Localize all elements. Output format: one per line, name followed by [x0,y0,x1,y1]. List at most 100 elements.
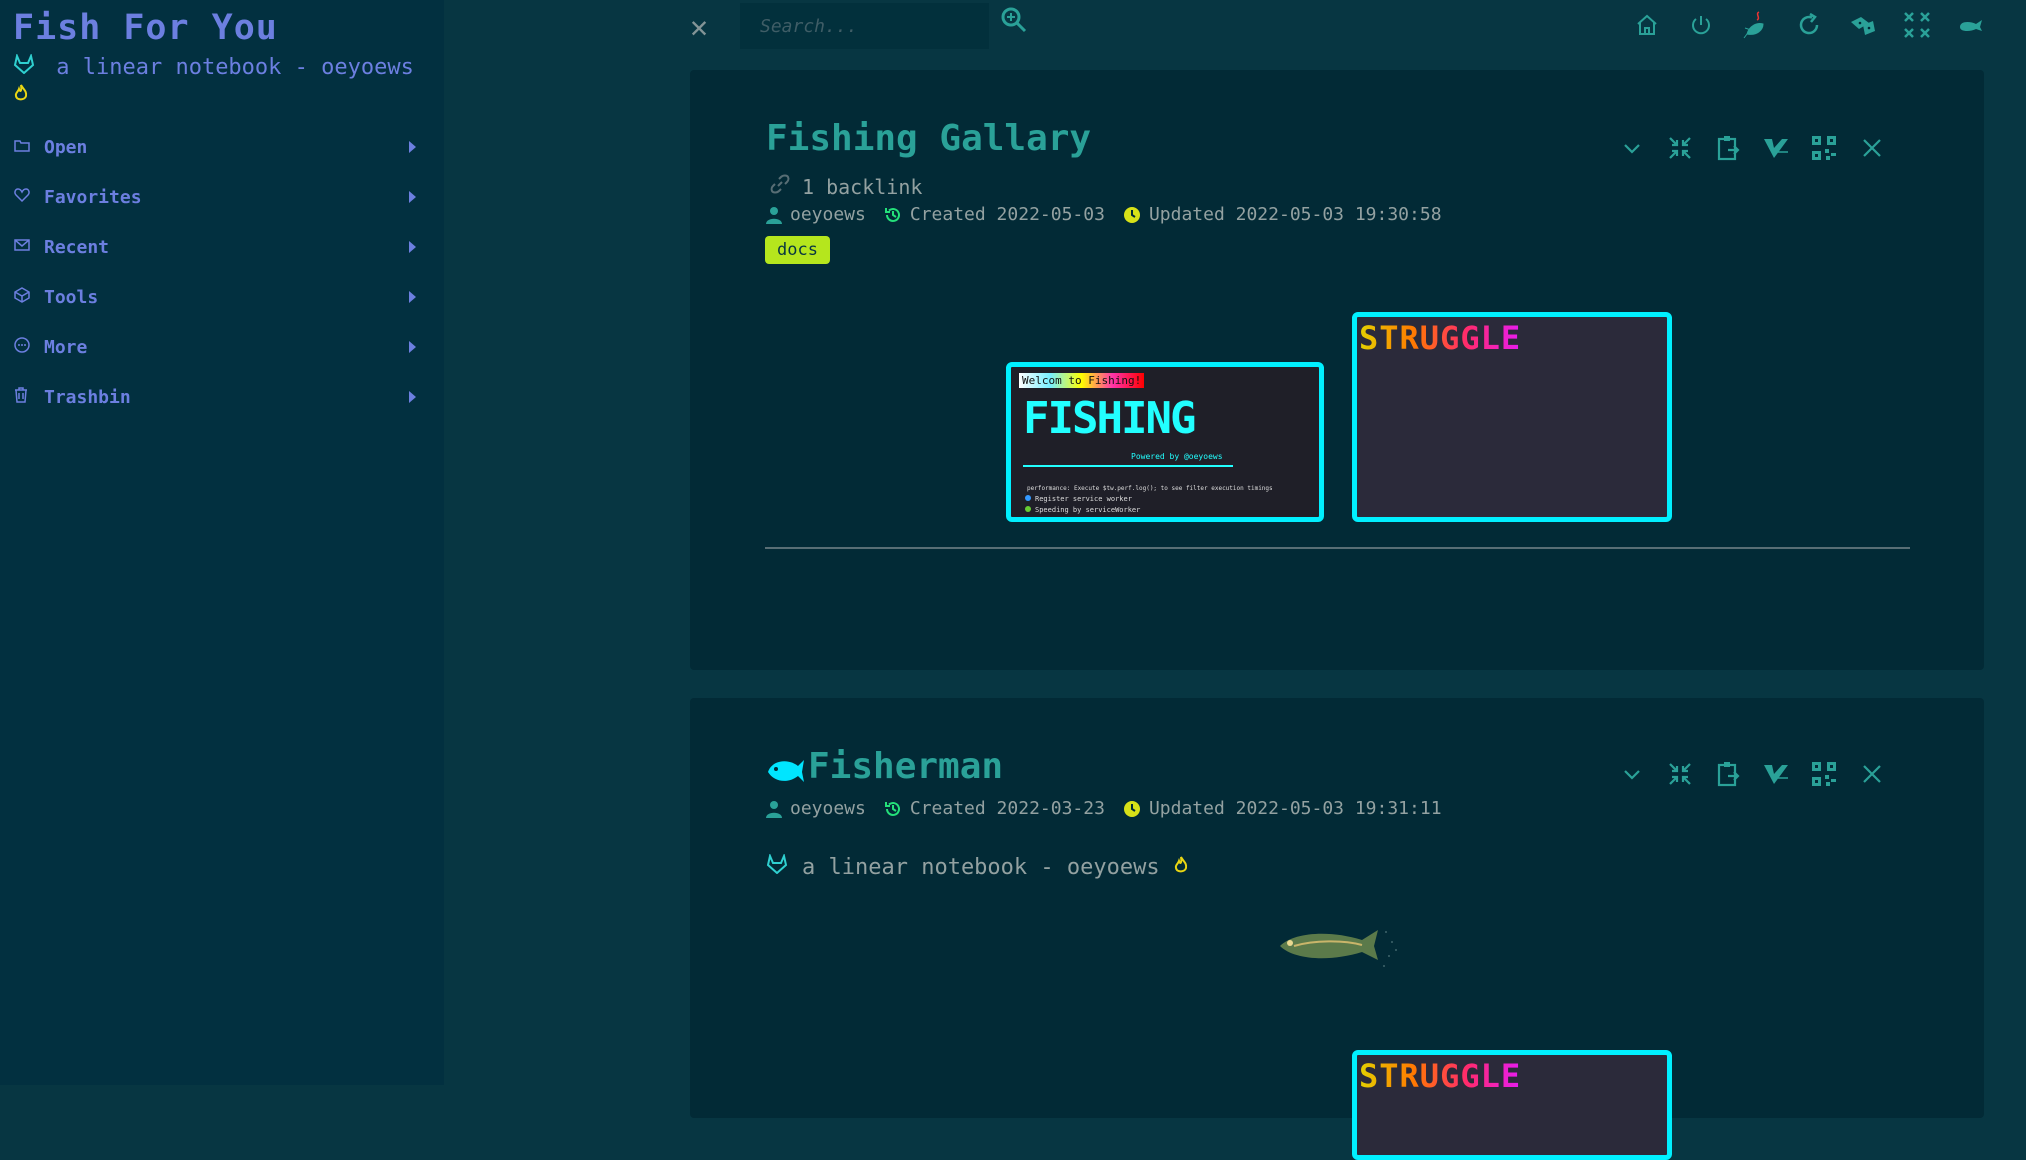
clipboard-icon[interactable] [1704,128,1752,168]
tiddler-title[interactable]: Fishing Gallary [766,118,1091,159]
mail-icon [14,238,44,256]
gitlab-icon [13,52,48,80]
sidebar-item-favorites[interactable]: Favorites [0,172,444,222]
created-date: Created 2022-03-23 [884,798,1105,819]
tiddler-fishing-gallary: Fishing Gallary 1 backlink oeyoews Creat… [690,70,1984,670]
home-icon[interactable] [1620,8,1674,42]
struggle-logo: STRUGGLE [1359,1057,1522,1095]
sidebar-item-label: Favorites [44,186,142,208]
clock-icon [1123,800,1140,817]
vim-icon[interactable] [1752,128,1800,168]
fire-icon [1174,855,1188,880]
site-subtitle: a linear notebook - oeyoews [13,52,414,80]
tiddler-toolbar [1608,754,1896,794]
history-icon [884,801,900,816]
tag-docs[interactable]: docs [765,236,830,264]
sidebar-item-label: More [44,336,88,358]
perf-text: performance: Execute $tw.perf.log(); to … [1027,485,1273,492]
chevron-down-icon[interactable] [1608,128,1656,168]
sidebar-item-label: Trashbin [44,386,131,408]
search-input[interactable] [740,3,989,49]
site-subtitle-text: a linear notebook - oeyoews [56,55,414,80]
qrcode-icon[interactable] [1800,754,1848,794]
whale-icon[interactable] [1944,8,1998,42]
caret-right-icon [409,391,416,403]
updated-text: Updated 2022-05-03 19:30:58 [1148,204,1442,225]
tiddler-body: a linear notebook - oeyoews [766,852,1188,880]
close-icon[interactable] [1848,128,1896,168]
welcome-banner: Welcom to Fishing! [1019,373,1145,388]
sidebar-menu: Open Favorites Recent Tools More Trashbi… [0,122,444,422]
refresh-icon[interactable] [1782,8,1836,42]
top-toolbar [1620,8,1998,42]
author[interactable]: oeyoews [766,204,866,225]
sidebar-item-recent[interactable]: Recent [0,222,444,272]
dice-icon[interactable] [1836,8,1890,42]
caret-right-icon [409,141,416,153]
divider [765,547,1910,549]
blue-dot-icon [1025,495,1031,501]
qrcode-icon[interactable] [1800,128,1848,168]
fish-image [1274,912,1404,986]
caret-right-icon [409,241,416,253]
grid-x-icon[interactable] [1890,8,1944,42]
gallery-image-fishing[interactable]: Welcom to Fishing! FISHING Powered by @o… [1006,362,1324,522]
folder-icon [14,138,44,156]
close-sidebar-icon[interactable]: ✕ [690,10,708,45]
caret-right-icon [409,291,416,303]
power-icon[interactable] [1674,8,1728,42]
created-date: Created 2022-05-03 [884,204,1105,225]
sw-register: Register service worker [1025,495,1132,503]
fish-hook-icon[interactable] [1728,8,1782,42]
sw-speeding: Speeding by serviceWorker [1025,506,1140,514]
created-text: Created 2022-03-23 [909,798,1105,819]
tiddler-title[interactable]: Fisherman [808,746,1003,787]
vim-icon[interactable] [1752,754,1800,794]
struggle-logo: STRUGGLE [1359,319,1522,357]
caret-right-icon [409,191,416,203]
fire-icon [14,84,28,107]
updated-date: Updated 2022-05-03 19:30:58 [1123,204,1442,225]
caret-right-icon [409,341,416,353]
created-text: Created 2022-05-03 [909,204,1105,225]
sidebar-item-more[interactable]: More [0,322,444,372]
sidebar-item-open[interactable]: Open [0,122,444,172]
tiddler-meta: oeyoews Created 2022-03-23 Updated 2022-… [766,798,1460,819]
link-icon [770,174,790,199]
sidebar-item-label: Recent [44,236,110,258]
green-dot-icon [1025,506,1031,512]
separator [1023,465,1233,467]
clipboard-icon[interactable] [1704,754,1752,794]
tiddler-meta: oeyoews Created 2022-05-03 Updated 2022-… [766,204,1460,225]
clock-icon [1123,206,1140,223]
sidebar-item-tools[interactable]: Tools [0,272,444,322]
history-icon [884,207,900,222]
fishing-logo: FISHING [1023,393,1196,444]
collapse-icon[interactable] [1656,754,1704,794]
author-name: oeyoews [790,204,866,225]
author[interactable]: oeyoews [766,798,866,819]
user-icon [766,800,782,818]
backlink-count: 1 backlink [802,174,923,199]
site-title[interactable]: Fish For You [13,8,278,48]
gallery-image-struggle[interactable]: STRUGGLE [1352,1050,1672,1160]
sidebar-item-label: Tools [44,286,99,308]
fish-icon [764,754,806,790]
updated-text: Updated 2022-05-03 19:31:11 [1148,798,1442,819]
sidebar-item-trashbin[interactable]: Trashbin [0,372,444,422]
ellipsis-icon [14,337,44,357]
gitlab-icon [766,852,788,880]
powered-by-text: Powered by @oeyoews [1131,452,1223,461]
tiddler-toolbar [1608,128,1896,168]
search-icon[interactable] [1000,6,1028,38]
updated-date: Updated 2022-05-03 19:31:11 [1123,798,1442,819]
close-icon[interactable] [1848,754,1896,794]
collapse-icon[interactable] [1656,128,1704,168]
cube-icon [14,287,44,307]
heart-icon [14,188,44,206]
gallery-image-struggle[interactable]: STRUGGLE [1352,312,1672,522]
sidebar: Fish For You a linear notebook - oeyoews… [0,0,444,1085]
chevron-down-icon[interactable] [1608,754,1656,794]
backlinks[interactable]: 1 backlink [770,174,922,199]
author-name: oeyoews [790,798,866,819]
